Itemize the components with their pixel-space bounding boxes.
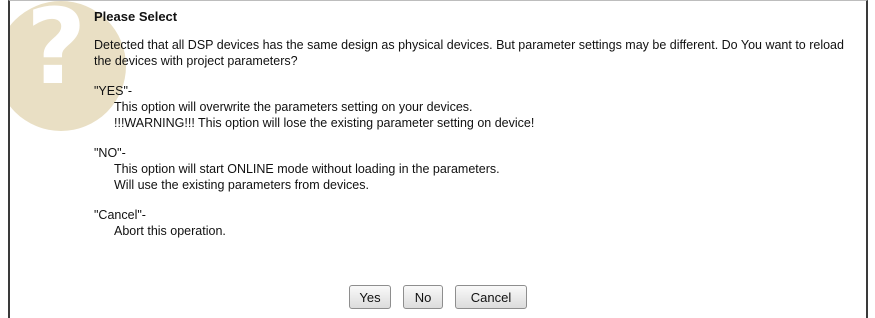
dialog-button-bar: Yes No Cancel (10, 285, 866, 309)
select-dialog: ? Please Select Detected that all DSP de… (8, 0, 868, 318)
option-no-label: "NO"- (94, 146, 126, 160)
dialog-message: Detected that all DSP devices has the sa… (94, 38, 844, 68)
yes-button[interactable]: Yes (349, 285, 391, 309)
option-no-line: Will use the existing parameters from de… (114, 178, 369, 192)
option-cancel-label: "Cancel"- (94, 208, 146, 222)
dialog-content: Please Select Detected that all DSP devi… (94, 9, 854, 253)
option-cancel-line: Abort this operation. (114, 224, 226, 238)
cancel-button[interactable]: Cancel (455, 285, 527, 309)
dialog-title: Please Select (94, 9, 178, 24)
option-yes-warning: !!!WARNING!!! This option will lose the … (114, 116, 535, 130)
no-button[interactable]: No (403, 285, 443, 309)
option-cancel-description: "Cancel"- Abort this operation. (94, 207, 854, 239)
option-yes-description: "YES"- This option will overwrite the pa… (94, 83, 854, 131)
option-yes-line: This option will overwrite the parameter… (114, 100, 473, 114)
option-yes-label: "YES"- (94, 84, 133, 98)
option-no-description: "NO"- This option will start ONLINE mode… (94, 145, 854, 193)
option-no-line: This option will start ONLINE mode witho… (114, 162, 500, 176)
